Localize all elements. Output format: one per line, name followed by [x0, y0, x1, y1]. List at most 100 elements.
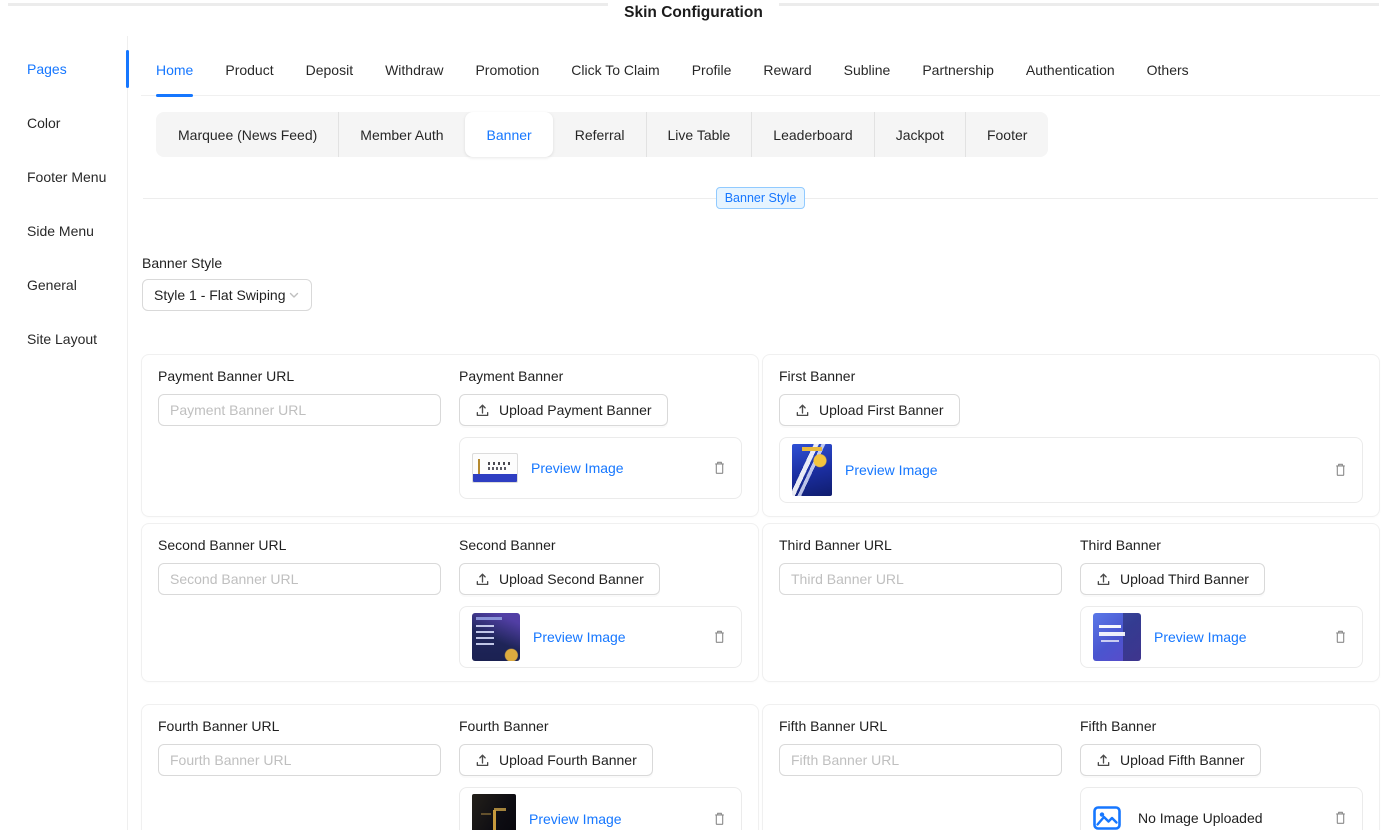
payment-banner-label: Payment Banner [459, 368, 742, 384]
first-banner-delete-button[interactable] [1331, 460, 1350, 480]
tab-withdraw[interactable]: Withdraw [385, 44, 443, 95]
upload-icon [1096, 753, 1111, 768]
fourth-banner-preview-link[interactable]: Preview Image [529, 811, 622, 827]
third-banner-delete-button[interactable] [1331, 627, 1350, 647]
trash-icon [1333, 629, 1348, 645]
subtab-leaderboard[interactable]: Leaderboard [751, 112, 873, 157]
sidebar-item-label: General [27, 277, 77, 293]
payment-banner-thumbnail [472, 453, 518, 483]
third-banner-preview-link[interactable]: Preview Image [1154, 629, 1247, 645]
upload-button-label: Upload Third Banner [1120, 571, 1249, 587]
sidebar-item-pages[interactable]: Pages [0, 42, 127, 96]
tab-home[interactable]: Home [156, 44, 193, 95]
upload-fourth-banner-button[interactable]: Upload Fourth Banner [459, 744, 653, 776]
image-placeholder-icon [1093, 806, 1121, 830]
sidebar-item-footer-menu[interactable]: Footer Menu [0, 150, 127, 204]
upload-payment-banner-button[interactable]: Upload Payment Banner [459, 394, 668, 426]
payment-banner-url-label: Payment Banner URL [158, 368, 441, 384]
upload-icon [475, 753, 490, 768]
sidebar-item-color[interactable]: Color [0, 96, 127, 150]
sidebar-item-label: Site Layout [27, 331, 97, 347]
upload-button-label: Upload Payment Banner [499, 402, 652, 418]
banner-style-select[interactable]: Style 1 - Flat Swiping [142, 279, 312, 311]
second-banner-url-label: Second Banner URL [158, 537, 441, 553]
content-area: Home Product Deposit Withdraw Promotion … [128, 36, 1387, 830]
fifth-banner-url-label: Fifth Banner URL [779, 718, 1062, 734]
subtab-footer[interactable]: Footer [965, 112, 1048, 157]
third-banner-preview-box: Preview Image [1080, 606, 1363, 668]
tab-others[interactable]: Others [1147, 44, 1189, 95]
upload-third-banner-button[interactable]: Upload Third Banner [1080, 563, 1265, 595]
second-banner-url-input[interactable] [158, 563, 441, 595]
upload-first-banner-button[interactable]: Upload First Banner [779, 394, 960, 426]
first-banner-label: First Banner [779, 368, 1363, 384]
first-banner-preview-box: Preview Image [779, 437, 1363, 503]
sidebar-item-general[interactable]: General [0, 258, 127, 312]
second-banner-card: Second Banner URL Second Banner Upload S… [141, 523, 759, 682]
first-banner-preview-link[interactable]: Preview Image [845, 462, 938, 478]
payment-banner-delete-button[interactable] [710, 458, 729, 478]
upload-fifth-banner-button[interactable]: Upload Fifth Banner [1080, 744, 1261, 776]
page-title: Skin Configuration [608, 0, 779, 22]
banner-style-section-divider: Banner Style [141, 187, 1380, 209]
upload-second-banner-button[interactable]: Upload Second Banner [459, 563, 660, 595]
tab-subline[interactable]: Subline [844, 44, 891, 95]
tab-reward[interactable]: Reward [763, 44, 811, 95]
subtab-banner[interactable]: Banner [465, 112, 553, 157]
payment-banner-card: Payment Banner URL Payment Banner Upload… [141, 354, 759, 517]
tab-profile[interactable]: Profile [692, 44, 732, 95]
second-banner-preview-link[interactable]: Preview Image [533, 629, 626, 645]
fifth-banner-url-input[interactable] [779, 744, 1062, 776]
subtab-marquee-news-feed[interactable]: Marquee (News Feed) [156, 112, 338, 157]
subtab-jackpot[interactable]: Jackpot [874, 112, 965, 157]
third-banner-card: Third Banner URL Third Banner Upload Thi… [762, 523, 1380, 682]
sidebar-item-side-menu[interactable]: Side Menu [0, 204, 127, 258]
first-banner-card: First Banner Upload First Banner Preview… [762, 354, 1380, 517]
page-header: Skin Configuration [0, 0, 1387, 36]
payment-banner-url-input[interactable] [158, 394, 441, 426]
fifth-banner-label: Fifth Banner [1080, 718, 1363, 734]
fourth-banner-thumbnail [472, 794, 516, 830]
payment-banner-preview-box: Preview Image [459, 437, 742, 499]
upload-icon [1096, 572, 1111, 587]
fifth-banner-delete-button[interactable] [1331, 808, 1350, 828]
third-banner-label: Third Banner [1080, 537, 1363, 553]
upload-button-label: Upload Fourth Banner [499, 752, 637, 768]
trash-icon [712, 629, 727, 645]
subtab-referral[interactable]: Referral [553, 112, 646, 157]
tab-partnership[interactable]: Partnership [922, 44, 994, 95]
first-banner-thumbnail [792, 444, 832, 496]
subtab-live-table[interactable]: Live Table [646, 112, 752, 157]
upload-icon [795, 403, 810, 418]
upload-icon [475, 572, 490, 587]
banner-style-field: Banner Style Style 1 - Flat Swiping [141, 255, 1380, 311]
sidebar: Pages Color Footer Menu Side Menu Genera… [0, 36, 128, 830]
tab-authentication[interactable]: Authentication [1026, 44, 1115, 95]
fourth-banner-url-input[interactable] [158, 744, 441, 776]
fourth-banner-url-label: Fourth Banner URL [158, 718, 441, 734]
subtab-member-auth[interactable]: Member Auth [338, 112, 464, 157]
banner-style-label: Banner Style [142, 255, 1380, 271]
tab-deposit[interactable]: Deposit [306, 44, 353, 95]
sidebar-item-label: Side Menu [27, 223, 94, 239]
trash-icon [712, 460, 727, 476]
tab-promotion[interactable]: Promotion [475, 44, 539, 95]
second-banner-delete-button[interactable] [710, 627, 729, 647]
upload-button-label: Upload First Banner [819, 402, 944, 418]
payment-banner-preview-link[interactable]: Preview Image [531, 460, 624, 476]
sidebar-item-site-layout[interactable]: Site Layout [0, 312, 127, 366]
sidebar-item-label: Color [27, 115, 60, 131]
fourth-banner-preview-box: Preview Image [459, 787, 742, 830]
third-banner-url-input[interactable] [779, 563, 1062, 595]
second-banner-label: Second Banner [459, 537, 742, 553]
tab-product[interactable]: Product [225, 44, 273, 95]
tab-click-to-claim[interactable]: Click To Claim [571, 44, 659, 95]
fifth-banner-card: Fifth Banner URL Fifth Banner Upload Fif… [762, 704, 1380, 830]
trash-icon [1333, 462, 1348, 478]
fourth-banner-label: Fourth Banner [459, 718, 742, 734]
no-image-uploaded-text: No Image Uploaded [1138, 810, 1263, 826]
upload-button-label: Upload Second Banner [499, 571, 644, 587]
banner-style-tag: Banner Style [716, 187, 806, 209]
fourth-banner-delete-button[interactable] [710, 809, 729, 829]
page-tabs: Home Product Deposit Withdraw Promotion … [141, 44, 1380, 96]
